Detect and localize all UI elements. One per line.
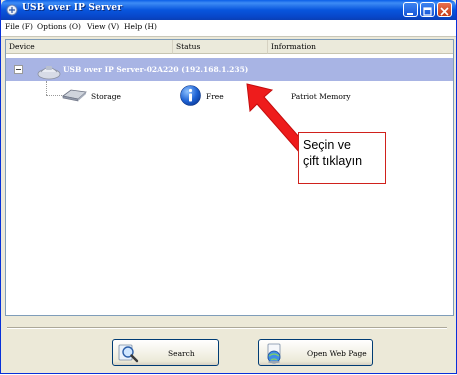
menu-options[interactable]: Options (O)	[37, 22, 81, 31]
open-web-page-button-label: Open Web Page	[307, 349, 367, 358]
callout-line-2: çift tıklayın	[303, 154, 363, 168]
device-name: Storage	[91, 92, 121, 101]
search-button[interactable]: Search	[112, 339, 219, 366]
column-header-information[interactable]: Information	[268, 40, 453, 54]
device-list[interactable]: Device Status Information USB over IP Se…	[5, 39, 454, 316]
search-magnifier-icon	[118, 344, 139, 363]
menu-bar: File (F) Options (O) View (V) Help (H)	[1, 20, 456, 37]
device-row[interactable]: Storage Free Patriot Memory	[6, 84, 453, 106]
callout-line-1: Seçin ve	[303, 138, 351, 152]
open-web-page-button[interactable]: Open Web Page	[258, 339, 373, 366]
app-icon	[6, 4, 18, 16]
maximize-button[interactable]	[420, 2, 435, 17]
menu-view[interactable]: View (V)	[87, 22, 119, 31]
menu-file[interactable]: File (F)	[5, 22, 33, 31]
title-bar[interactable]: USB over IP Server	[1, 0, 456, 20]
bottom-divider	[7, 327, 447, 329]
collapse-toggle[interactable]	[14, 65, 23, 74]
device-status: Free	[206, 92, 224, 101]
search-button-label: Search	[168, 349, 195, 358]
storage-drive-icon	[62, 89, 87, 102]
column-header-status[interactable]: Status	[173, 40, 268, 54]
maximize-icon	[423, 7, 432, 16]
menu-help[interactable]: Help (H)	[124, 22, 157, 31]
server-icon	[37, 66, 61, 80]
minimize-button[interactable]	[403, 2, 418, 17]
column-header-device[interactable]: Device	[6, 40, 173, 54]
window-title: USB over IP Server	[22, 3, 123, 13]
close-icon	[440, 7, 449, 16]
web-page-icon	[267, 343, 281, 364]
server-row[interactable]: USB over IP Server-02A220 (192.168.1.235…	[6, 58, 453, 81]
instruction-callout: Seçin ve çift tıklayın	[298, 132, 386, 184]
close-button[interactable]	[437, 2, 452, 17]
server-label: USB over IP Server-02A220 (192.168.1.235…	[63, 65, 249, 74]
app-window: USB over IP Server File (F) Options (O) …	[0, 0, 457, 374]
info-icon	[180, 85, 201, 106]
minimize-icon	[407, 13, 413, 15]
